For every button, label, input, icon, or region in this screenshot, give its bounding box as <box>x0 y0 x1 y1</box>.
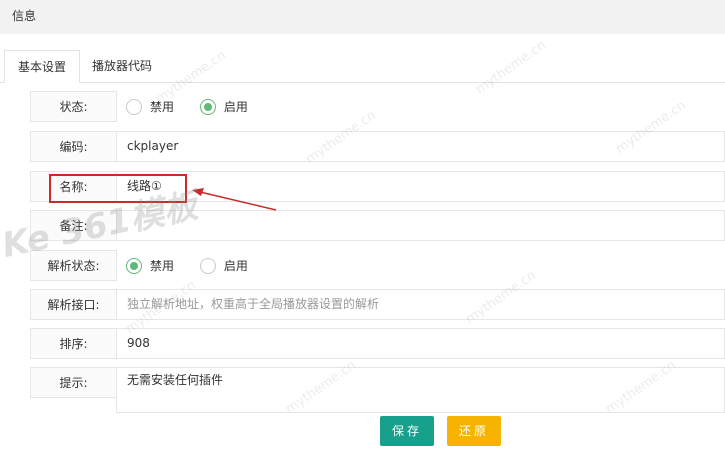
remark-input[interactable] <box>116 210 725 241</box>
radio-label: 禁用 <box>150 100 175 114</box>
radio-label: 启用 <box>223 100 248 114</box>
parse-api-label: 解析接口: <box>30 289 117 320</box>
annotation-arrow-icon <box>192 188 277 211</box>
radio-circle-icon <box>199 257 216 274</box>
tab-player-code[interactable]: 播放器代码 <box>84 50 160 83</box>
code-input[interactable]: ckplayer <box>116 131 725 162</box>
parse-status-radio-group: 禁用 启用 <box>126 250 270 281</box>
radio-circle-icon <box>126 98 142 115</box>
status-row: 状态: 禁用 启用 <box>30 91 725 124</box>
status-radio-enabled[interactable]: 启用 <box>199 91 248 122</box>
code-label: 编码: <box>30 131 117 162</box>
tip-label: 提示: <box>30 367 117 398</box>
remark-row: 备注: <box>30 210 725 243</box>
reset-button[interactable]: 还原 <box>447 416 501 446</box>
save-button[interactable]: 保存 <box>380 416 434 446</box>
tip-textarea[interactable]: 无需安装任何插件 <box>116 367 725 413</box>
radio-checked-icon <box>199 98 216 115</box>
parse-radio-disabled[interactable]: 禁用 <box>126 250 174 281</box>
parse-api-row: 解析接口: 独立解析地址，权重高于全局播放器设置的解析 <box>30 289 725 322</box>
tab-bar: 基本设置 播放器代码 <box>0 50 725 83</box>
remark-label: 备注: <box>30 210 117 241</box>
code-row: 编码: ckplayer <box>30 131 725 164</box>
order-label: 排序: <box>30 328 117 359</box>
status-radio-group: 禁用 启用 <box>126 91 270 122</box>
parse-radio-enabled[interactable]: 启用 <box>199 250 248 281</box>
parse-status-label: 解析状态: <box>30 250 117 281</box>
parse-api-input[interactable]: 独立解析地址，权重高于全局播放器设置的解析 <box>116 289 725 320</box>
highlight-box <box>49 174 187 203</box>
radio-checked-icon <box>126 257 142 274</box>
parse-status-row: 解析状态: 禁用 启用 <box>30 250 725 283</box>
status-radio-disabled[interactable]: 禁用 <box>126 91 174 122</box>
radio-label: 启用 <box>223 259 248 273</box>
order-input[interactable]: 908 <box>116 328 725 359</box>
tip-row: 提示: 无需安装任何插件 <box>30 367 725 415</box>
status-label: 状态: <box>30 91 117 122</box>
order-row: 排序: 908 <box>30 328 725 361</box>
window-title: 信息 <box>0 0 725 34</box>
tab-basic-settings[interactable]: 基本设置 <box>4 50 80 83</box>
radio-label: 禁用 <box>150 259 175 273</box>
